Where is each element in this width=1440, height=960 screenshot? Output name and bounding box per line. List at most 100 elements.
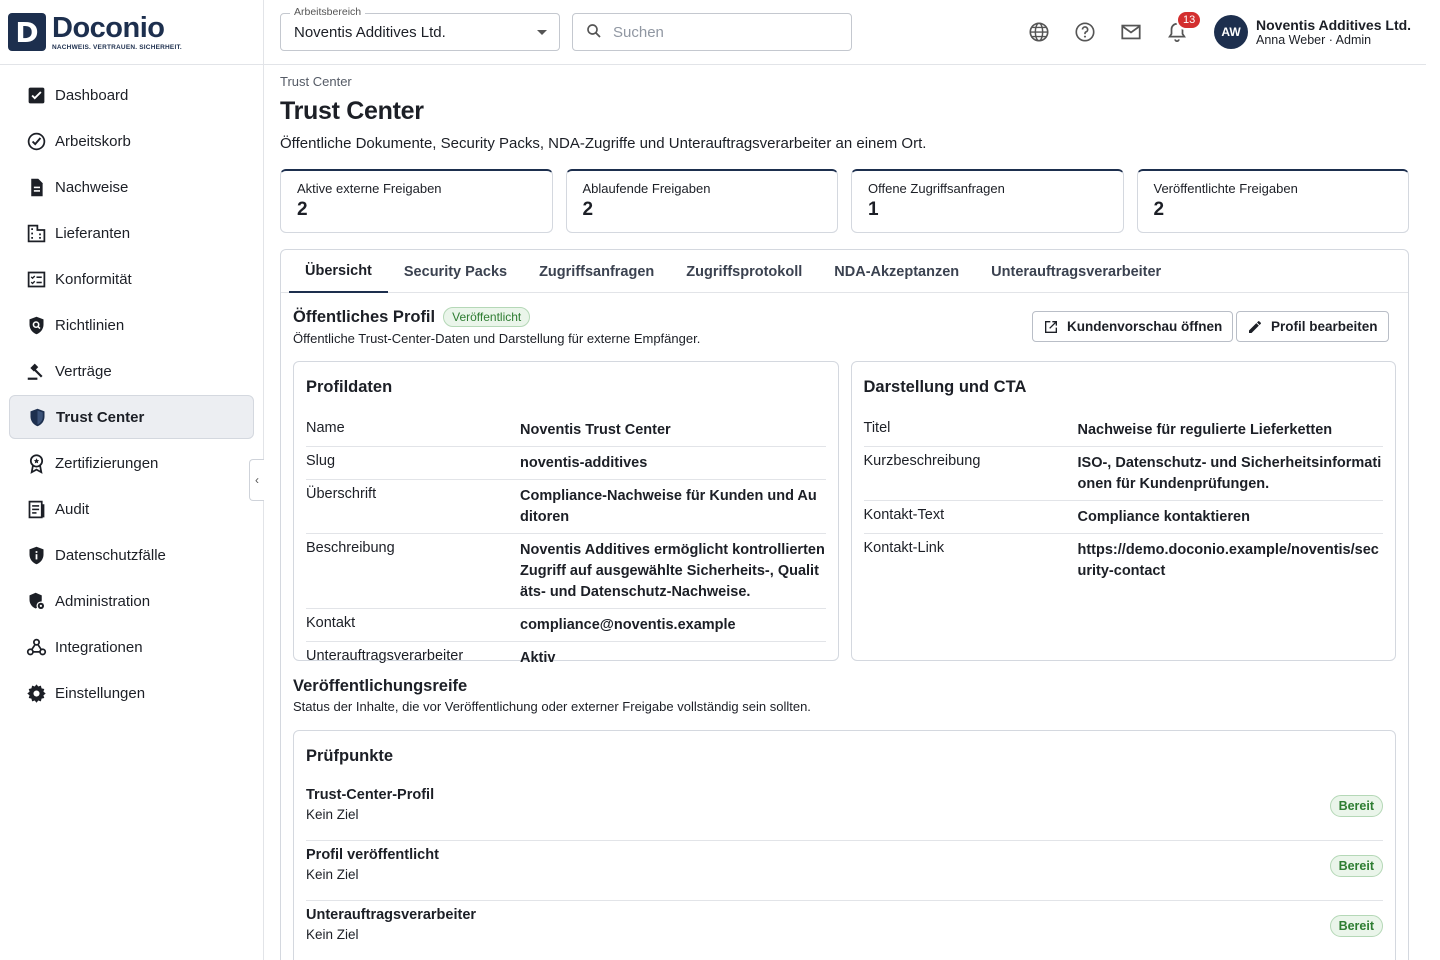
card-title: Profildaten xyxy=(306,378,393,396)
tab-uebersicht[interactable]: Übersicht xyxy=(289,250,388,293)
sidebar-item-label: Datenschutzfälle xyxy=(55,546,166,564)
sidebar: D Doconio NACHWEIS. VERTRAUEN. SICHERHEI… xyxy=(0,0,264,960)
logo-mark: D xyxy=(8,13,46,51)
kv-row: Kontakt compliance@noventis.example xyxy=(306,609,826,642)
search-box[interactable] xyxy=(572,13,852,51)
document-icon xyxy=(25,176,47,198)
presentation-card: Darstellung und CTA Titel Nachweise für r… xyxy=(850,361,1396,661)
tab-nda-akzeptanzen[interactable]: NDA-Akzeptanzen xyxy=(818,250,975,293)
stat-card: Aktive externe Freigaben 2 xyxy=(280,169,553,233)
status-badge: Bereit xyxy=(1329,915,1383,937)
sidebar-item-richtlinien[interactable]: Richtlinien xyxy=(9,303,254,347)
sidebar-item-dashboard[interactable]: Dashboard xyxy=(9,73,254,117)
sidebar-item-nachweise[interactable]: Nachweise xyxy=(9,165,254,209)
search-icon xyxy=(585,22,603,43)
dashboard-check-icon xyxy=(25,84,47,106)
sidebar-item-trust-center[interactable]: Trust Center xyxy=(9,395,254,439)
profile-title: Öffentliches Profil xyxy=(293,307,436,326)
sidebar-item-zertifizierungen[interactable]: Zertifizierungen xyxy=(9,441,254,485)
sidebar-collapse-button[interactable]: ‹ xyxy=(249,459,264,501)
workspace-label: Arbeitsbereich xyxy=(290,6,366,18)
status-badge: Veröffentlicht xyxy=(443,307,531,327)
logo-tagline: NACHWEIS. VERTRAUEN. SICHERHEIT. xyxy=(52,43,182,51)
logo-name: Doconio xyxy=(52,11,165,44)
card-title: Darstellung und CTA xyxy=(863,378,1027,396)
stat-label: Veröffentlichte Freigaben xyxy=(1153,181,1298,196)
notification-badge: 13 xyxy=(1176,10,1203,30)
webhook-icon xyxy=(25,636,47,658)
shield-icon xyxy=(26,406,48,428)
sidebar-item-arbeitskorb[interactable]: Arbeitskorb xyxy=(9,119,254,163)
sidebar-item-vertraege[interactable]: Verträge xyxy=(9,349,254,393)
tab-unterauftragsverarbeiter[interactable]: Unterauftragsverarbeiter xyxy=(975,250,1177,293)
stat-card: Ablaufende Freigaben 2 xyxy=(565,169,838,233)
sidebar-item-label: Dashboard xyxy=(55,86,129,104)
list-item: Unterauftragsverarbeiter Kein Ziel Berei… xyxy=(306,901,1383,960)
sidebar-item-label: Verträge xyxy=(55,362,112,380)
sidebar-item-einstellungen[interactable]: Einstellungen xyxy=(9,671,254,715)
customer-preview-button[interactable]: Kundenvorschau öffnen xyxy=(1032,311,1234,342)
sidebar-item-label: Arbeitskorb xyxy=(55,132,131,150)
sidebar-item-lieferanten[interactable]: Lieferanten xyxy=(9,211,254,255)
content-panel: Übersicht Security Packs Zugriffsanfrage… xyxy=(280,249,1409,960)
top-header: Arbeitsbereich Noventis Additives Ltd. 1… xyxy=(264,0,1426,65)
sidebar-item-label: Administration xyxy=(55,592,151,610)
page-title: Trust Center xyxy=(280,97,424,125)
readiness-subtitle: Status der Inhalte, die vor Veröffentlic… xyxy=(293,699,811,714)
kv-row: Überschrift Compliance-Nachweise für Kund… xyxy=(306,480,826,534)
card-title: Prüfpunkte xyxy=(306,747,394,765)
stat-value: 1 xyxy=(868,199,879,220)
sidebar-item-administration[interactable]: Administration xyxy=(9,579,254,623)
award-icon xyxy=(25,452,47,474)
sidebar-nav: Dashboard Arbeitskorb Nachweise Lieferan… xyxy=(0,65,263,715)
pencil-icon xyxy=(1249,320,1261,333)
audit-icon xyxy=(25,498,47,520)
admin-shield-icon xyxy=(25,590,47,612)
profile-section-header: Öffentliches Profil Veröffentlicht Öffen… xyxy=(281,293,1408,361)
readiness-title: Veröffentlichungsreife xyxy=(293,677,468,695)
sidebar-item-label: Konformität xyxy=(55,270,132,288)
logo[interactable]: D Doconio NACHWEIS. VERTRAUEN. SICHERHEI… xyxy=(0,0,263,65)
sidebar-item-label: Integrationen xyxy=(55,638,143,656)
sidebar-item-integrationen[interactable]: Integrationen xyxy=(9,625,254,669)
avatar[interactable]: AW xyxy=(1214,15,1248,49)
stat-value: 2 xyxy=(1153,199,1165,220)
tab-zugriffsprotokoll[interactable]: Zugriffsprotokoll xyxy=(670,250,818,293)
profile-cards: Profildaten Name Noventis Trust Center Sl… xyxy=(281,361,1408,666)
sidebar-item-datenschutzfaelle[interactable]: Datenschutzfälle xyxy=(9,533,254,577)
stat-label: Ablaufende Freigaben xyxy=(582,181,711,196)
sidebar-item-audit[interactable]: Audit xyxy=(9,487,254,531)
search-input[interactable] xyxy=(613,23,833,41)
stat-value: 2 xyxy=(297,199,308,220)
sidebar-item-konformitaet[interactable]: Konformität xyxy=(9,257,254,301)
building-icon xyxy=(25,222,47,244)
user-org: Noventis Additives Ltd. xyxy=(1256,17,1412,33)
stat-label: Offene Zugriffsanfragen xyxy=(868,181,1005,196)
breadcrumb[interactable]: Trust Center xyxy=(280,74,1409,89)
sidebar-item-label: Trust Center xyxy=(56,408,145,426)
status-badge: Bereit xyxy=(1329,855,1383,877)
kv-row[interactable]: Kontakt-Link https://demo.doconio.example… xyxy=(864,534,1384,587)
caret-down-icon xyxy=(537,30,547,35)
main-content: Trust Center Trust Center Öffentliche Do… xyxy=(280,65,1409,960)
list-item: Trust-Center-Profil Kein Ziel Bereit xyxy=(306,781,1383,841)
stats-row: Aktive externe Freigaben 2 Ablaufende Fr… xyxy=(280,169,1409,233)
page-subtitle: Öffentliche Dokumente, Security Packs, N… xyxy=(280,135,927,152)
gavel-icon xyxy=(25,360,47,382)
kv-row: Beschreibung Noventis Additives ermöglich… xyxy=(306,534,826,609)
shield-search-icon xyxy=(25,314,47,336)
sidebar-item-label: Nachweise xyxy=(55,178,129,196)
tab-security-packs[interactable]: Security Packs xyxy=(388,250,523,293)
mail-icon[interactable] xyxy=(1119,20,1143,44)
sidebar-item-label: Lieferanten xyxy=(55,224,131,242)
stat-card: Offene Zugriffsanfragen 1 xyxy=(851,169,1124,233)
globe-icon[interactable] xyxy=(1027,20,1051,44)
help-icon[interactable] xyxy=(1073,20,1097,44)
status-badge: Bereit xyxy=(1329,795,1383,817)
tab-zugriffsanfragen[interactable]: Zugriffsanfragen xyxy=(523,250,670,293)
profile-data-card: Profildaten Name Noventis Trust Center Sl… xyxy=(293,361,839,666)
edit-profile-button[interactable]: Profil bearbeiten xyxy=(1236,311,1389,342)
kv-row: Name Noventis Trust Center xyxy=(306,414,826,447)
user-menu[interactable]: Noventis Additives Ltd. Anna Weber · Adm… xyxy=(1256,17,1411,48)
workspace-select[interactable]: Arbeitsbereich Noventis Additives Ltd. xyxy=(280,6,560,51)
